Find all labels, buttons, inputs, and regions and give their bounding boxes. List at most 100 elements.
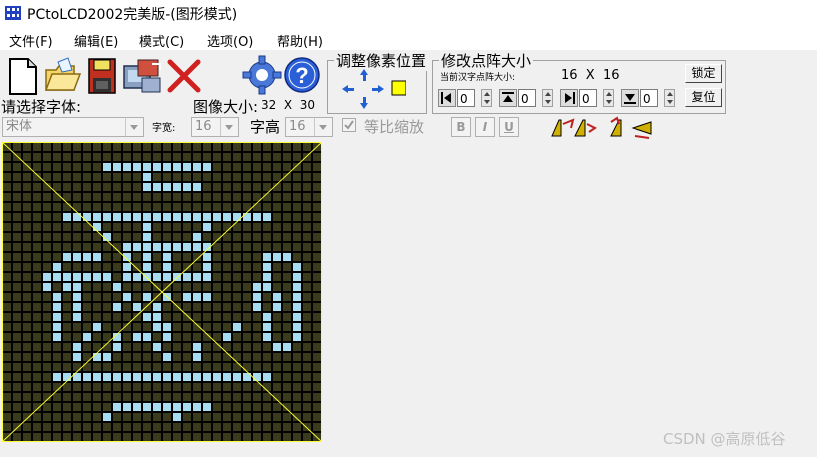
pixel-off[interactable] bbox=[273, 373, 281, 381]
pixel-off[interactable] bbox=[303, 183, 311, 191]
pixel-off[interactable] bbox=[163, 173, 171, 181]
top-spin-arrows[interactable] bbox=[542, 89, 553, 107]
pixel-off[interactable] bbox=[253, 413, 261, 421]
pixel-off[interactable] bbox=[243, 363, 251, 371]
pixel-on[interactable] bbox=[263, 313, 271, 321]
pixel-on[interactable] bbox=[163, 353, 171, 361]
pixel-off[interactable] bbox=[303, 433, 311, 441]
pixel-off[interactable] bbox=[263, 153, 271, 161]
pixel-off[interactable] bbox=[243, 333, 251, 341]
pixel-off[interactable] bbox=[123, 343, 131, 351]
pixel-off[interactable] bbox=[253, 343, 261, 351]
pixel-off[interactable] bbox=[303, 343, 311, 351]
pixel-off[interactable] bbox=[33, 373, 41, 381]
pixel-off[interactable] bbox=[23, 263, 31, 271]
pixel-off[interactable] bbox=[163, 393, 171, 401]
pixel-off[interactable] bbox=[203, 323, 211, 331]
pixel-off[interactable] bbox=[273, 363, 281, 371]
pixel-on[interactable] bbox=[73, 313, 81, 321]
pixel-off[interactable] bbox=[113, 383, 121, 391]
pixel-off[interactable] bbox=[113, 253, 121, 261]
pixel-off[interactable] bbox=[83, 233, 91, 241]
pixel-off[interactable] bbox=[123, 313, 131, 321]
pixel-off[interactable] bbox=[113, 323, 121, 331]
pixel-on[interactable] bbox=[263, 283, 271, 291]
pixel-off[interactable] bbox=[253, 363, 261, 371]
pixel-off[interactable] bbox=[43, 243, 51, 251]
pixel-off[interactable] bbox=[263, 403, 271, 411]
pixel-off[interactable] bbox=[133, 143, 141, 151]
pixel-off[interactable] bbox=[123, 283, 131, 291]
pixel-off[interactable] bbox=[13, 243, 21, 251]
pixel-off[interactable] bbox=[183, 263, 191, 271]
pixel-off[interactable] bbox=[233, 243, 241, 251]
top-edge-icon[interactable] bbox=[499, 89, 517, 107]
pixel-off[interactable] bbox=[153, 413, 161, 421]
pixel-off[interactable] bbox=[243, 233, 251, 241]
pixel-on[interactable] bbox=[183, 373, 191, 381]
pixel-off[interactable] bbox=[203, 233, 211, 241]
pixel-on[interactable] bbox=[143, 333, 151, 341]
pixel-off[interactable] bbox=[273, 173, 281, 181]
pixel-off[interactable] bbox=[243, 283, 251, 291]
pixel-off[interactable] bbox=[153, 363, 161, 371]
pixel-off[interactable] bbox=[313, 333, 321, 341]
pixel-off[interactable] bbox=[213, 433, 221, 441]
pixel-off[interactable] bbox=[183, 433, 191, 441]
pixel-off[interactable] bbox=[93, 313, 101, 321]
pixel-off[interactable] bbox=[113, 363, 121, 371]
pixel-on[interactable] bbox=[113, 163, 121, 171]
pixel-on[interactable] bbox=[133, 273, 141, 281]
pixel-on[interactable] bbox=[163, 213, 171, 221]
pixel-off[interactable] bbox=[143, 393, 151, 401]
pixel-off[interactable] bbox=[193, 413, 201, 421]
pixel-off[interactable] bbox=[273, 193, 281, 201]
pixel-on[interactable] bbox=[223, 213, 231, 221]
pixel-off[interactable] bbox=[33, 363, 41, 371]
pixel-off[interactable] bbox=[93, 393, 101, 401]
pixel-off[interactable] bbox=[13, 423, 21, 431]
pixel-off[interactable] bbox=[183, 303, 191, 311]
pixel-off[interactable] bbox=[203, 173, 211, 181]
pixel-off[interactable] bbox=[93, 363, 101, 371]
pixel-off[interactable] bbox=[43, 163, 51, 171]
pixel-on[interactable] bbox=[263, 273, 271, 281]
pixel-off[interactable] bbox=[293, 223, 301, 231]
pixel-off[interactable] bbox=[13, 413, 21, 421]
pixel-off[interactable] bbox=[223, 253, 231, 261]
pixel-off[interactable] bbox=[123, 363, 131, 371]
underline-button[interactable]: U bbox=[499, 117, 519, 137]
pixel-off[interactable] bbox=[93, 293, 101, 301]
pixel-off[interactable] bbox=[53, 233, 61, 241]
pixel-off[interactable] bbox=[103, 433, 111, 441]
pixel-off[interactable] bbox=[293, 143, 301, 151]
pixel-off[interactable] bbox=[183, 283, 191, 291]
pixel-off[interactable] bbox=[43, 333, 51, 341]
pixel-on[interactable] bbox=[223, 333, 231, 341]
pixel-off[interactable] bbox=[83, 143, 91, 151]
pixel-off[interactable] bbox=[13, 193, 21, 201]
pixel-off[interactable] bbox=[53, 363, 61, 371]
pixel-off[interactable] bbox=[173, 333, 181, 341]
pixel-off[interactable] bbox=[133, 263, 141, 271]
pixel-off[interactable] bbox=[113, 193, 121, 201]
pixel-off[interactable] bbox=[133, 293, 141, 301]
pixel-off[interactable] bbox=[133, 413, 141, 421]
pixel-off[interactable] bbox=[213, 263, 221, 271]
pixel-off[interactable] bbox=[173, 263, 181, 271]
pixel-off[interactable] bbox=[123, 173, 131, 181]
pixel-off[interactable] bbox=[223, 383, 231, 391]
pixel-on[interactable] bbox=[123, 243, 131, 251]
pixel-off[interactable] bbox=[183, 323, 191, 331]
pixel-off[interactable] bbox=[243, 253, 251, 261]
pixel-off[interactable] bbox=[143, 323, 151, 331]
pixel-off[interactable] bbox=[283, 163, 291, 171]
pixel-on[interactable] bbox=[233, 213, 241, 221]
pixel-off[interactable] bbox=[193, 283, 201, 291]
pixel-on[interactable] bbox=[73, 343, 81, 351]
save-floppy-icon[interactable] bbox=[86, 56, 120, 96]
pixel-off[interactable] bbox=[93, 203, 101, 211]
pixel-on[interactable] bbox=[103, 163, 111, 171]
pixel-off[interactable] bbox=[123, 183, 131, 191]
pixel-off[interactable] bbox=[43, 303, 51, 311]
